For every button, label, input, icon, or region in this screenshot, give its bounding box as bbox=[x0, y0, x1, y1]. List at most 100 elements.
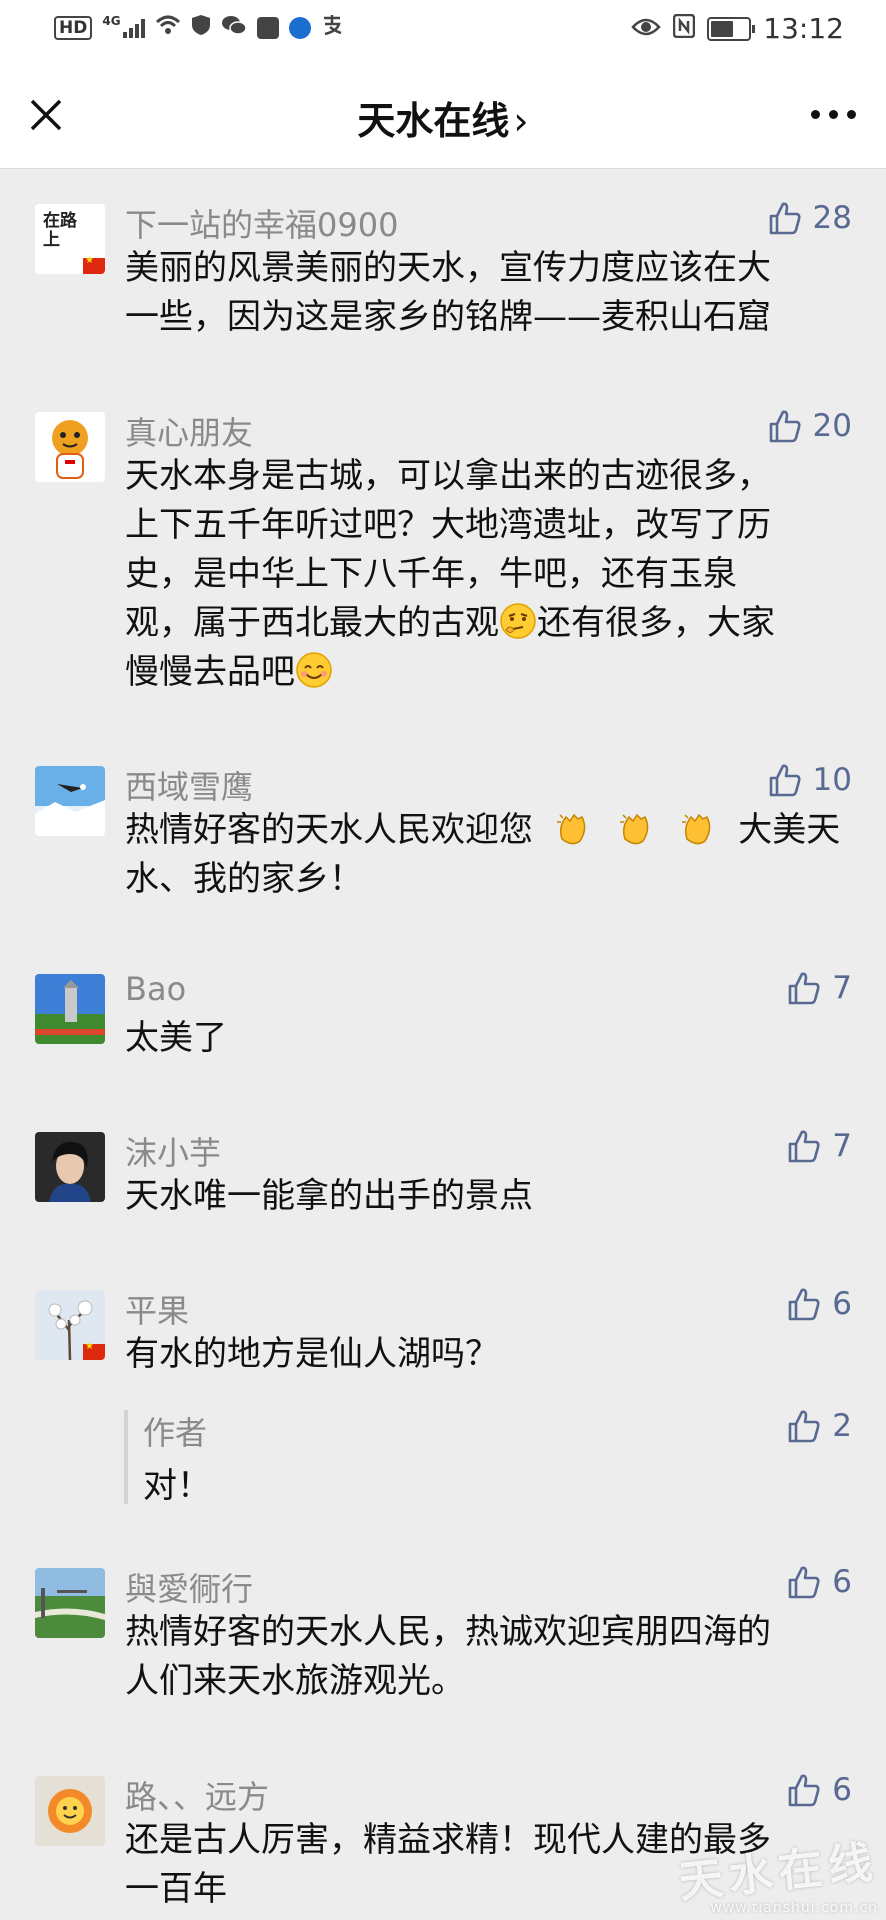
commenter-name[interactable]: Bao bbox=[125, 970, 186, 1008]
comment-text: 美丽的风景美丽的天水，宣传力度应该在大 一些，因为这是家乡的铭牌——麦积山石窟 bbox=[125, 244, 845, 342]
battery-icon bbox=[707, 16, 756, 41]
hd-indicator: HD bbox=[54, 16, 93, 40]
nfc-icon bbox=[673, 12, 696, 45]
like-button[interactable]: 7 bbox=[786, 970, 852, 1006]
comment-segment: 还有很多，大家 bbox=[537, 603, 775, 643]
avatar[interactable] bbox=[35, 1132, 105, 1202]
wechat-icon bbox=[221, 14, 247, 42]
like-button[interactable]: 28 bbox=[767, 200, 852, 236]
reply-divider bbox=[124, 1410, 128, 1504]
like-count: 7 bbox=[832, 970, 852, 1006]
network-type: 4G bbox=[102, 14, 121, 28]
like-count: 2 bbox=[832, 1408, 852, 1444]
commenter-name[interactable]: 沫小芋 bbox=[125, 1128, 221, 1174]
status-bar: HD 4G 13:12 bbox=[0, 0, 886, 62]
comment-line: 天水本身是古城，可以拿出来的古迹很多， bbox=[125, 456, 771, 496]
thumbs-up-icon bbox=[788, 972, 820, 1005]
shield-icon bbox=[191, 14, 211, 42]
avatar[interactable] bbox=[35, 412, 105, 482]
commenter-name[interactable]: 路、、远方 bbox=[125, 1772, 269, 1818]
comment-text: 太美了 bbox=[125, 1014, 845, 1063]
comment-line: 美丽的风景美丽的天水，宣传力度应该在大 bbox=[125, 248, 771, 288]
avatar[interactable] bbox=[35, 974, 105, 1044]
comment-line: 天水唯一能拿的出手的景点 bbox=[125, 1176, 533, 1216]
page-title[interactable]: 天水在线 › bbox=[0, 90, 886, 145]
like-count: 7 bbox=[832, 1128, 852, 1164]
watermark-text: 天水在线 bbox=[676, 1836, 881, 1909]
like-button[interactable]: 10 bbox=[767, 762, 852, 798]
like-count: 28 bbox=[812, 200, 852, 236]
comment-segment: 慢慢去品吧 bbox=[125, 652, 295, 692]
like-count: 6 bbox=[832, 1772, 852, 1808]
like-count: 10 bbox=[812, 762, 852, 798]
commenter-name[interactable]: 下一站的幸福0900 bbox=[125, 200, 398, 246]
wifi-icon bbox=[155, 14, 181, 42]
comment-segment: 观，属于西北最大的古观 bbox=[125, 603, 499, 643]
smile-emoji-icon bbox=[295, 651, 333, 689]
reply-like-button[interactable]: 2 bbox=[786, 1408, 852, 1444]
thumbs-up-icon bbox=[788, 1774, 820, 1807]
comment-text: 热情好客的天水人民，热诚欢迎宾朋四海的 人们来天水旅游观光。 bbox=[125, 1608, 845, 1706]
clap-emoji-icon bbox=[617, 809, 655, 847]
thumbs-up-icon bbox=[769, 764, 801, 797]
thumbs-up-icon bbox=[769, 202, 801, 235]
china-flag-icon bbox=[83, 255, 105, 274]
like-button[interactable]: 6 bbox=[786, 1286, 852, 1322]
avatar[interactable] bbox=[35, 1776, 105, 1846]
comment-text: 天水唯一能拿的出手的景点 bbox=[125, 1172, 845, 1221]
like-count: 6 bbox=[832, 1286, 852, 1322]
commenter-name[interactable]: 西域雪鹰 bbox=[125, 762, 253, 808]
nav-bar: 天水在线 › bbox=[0, 62, 886, 169]
watermark: 天水在线 www.tianshui.com.cn bbox=[676, 1836, 880, 1916]
eye-icon bbox=[631, 12, 662, 45]
reply-text: 对！ bbox=[143, 1466, 211, 1506]
browser-icon bbox=[288, 17, 311, 39]
commenter-name[interactable]: 真心朋友 bbox=[125, 408, 253, 454]
thumbs-up-icon bbox=[788, 1410, 820, 1443]
like-count: 20 bbox=[812, 408, 852, 444]
like-button[interactable]: 7 bbox=[786, 1128, 852, 1164]
comment-text: 热情好客的天水人民欢迎您 大美天 水、我的家乡！ bbox=[125, 806, 845, 904]
like-button[interactable]: 6 bbox=[786, 1772, 852, 1808]
commenter-name[interactable]: 與愛衕行 bbox=[125, 1564, 253, 1610]
clock: 13:12 bbox=[763, 12, 844, 45]
avatar[interactable]: 在路上 bbox=[35, 204, 105, 274]
avatar[interactable] bbox=[35, 1568, 105, 1638]
alipay-icon bbox=[321, 14, 343, 42]
comment-line: 热情好客的天水人民，热诚欢迎宾朋四海的 bbox=[125, 1612, 771, 1652]
clap-emoji-icon bbox=[679, 809, 717, 847]
thumbs-up-icon bbox=[788, 1130, 820, 1163]
thumbs-up-icon bbox=[788, 1288, 820, 1321]
avatar-logo-text: 在路上 bbox=[43, 211, 77, 250]
chevron-right-icon: › bbox=[513, 99, 529, 143]
page-title-text: 天水在线 bbox=[357, 99, 510, 143]
comment-line: 慢慢去品吧 bbox=[125, 648, 845, 697]
like-count: 6 bbox=[832, 1564, 852, 1600]
comment-line: 热情好客的天水人民欢迎您 大美天 bbox=[125, 806, 845, 855]
comment-line: 有水的地方是仙人湖吗？ bbox=[125, 1334, 499, 1374]
thinking-emoji-icon bbox=[499, 602, 537, 640]
comment-segment: 大美天 bbox=[738, 810, 841, 850]
comment-line: 太美了 bbox=[125, 1018, 227, 1058]
like-button[interactable]: 20 bbox=[767, 408, 852, 444]
more-icon[interactable] bbox=[811, 110, 856, 119]
thumbs-up-icon bbox=[769, 410, 801, 443]
signal-icon bbox=[122, 18, 145, 38]
commenter-name[interactable]: 平果 bbox=[125, 1286, 189, 1332]
comment-line: 一些，因为这是家乡的铭牌——麦积山石窟 bbox=[125, 297, 771, 337]
comment-line: 观，属于西北最大的古观 还有很多，大家 bbox=[125, 599, 845, 648]
reply-author-name: 作者 bbox=[143, 1414, 208, 1452]
china-flag-icon bbox=[83, 1341, 105, 1360]
thumbs-up-icon bbox=[788, 1566, 820, 1599]
avatar[interactable] bbox=[35, 1290, 105, 1360]
comment-line: 人们来天水旅游观光。 bbox=[125, 1661, 465, 1701]
comment-line: 史，是中华上下八千年，牛吧，还有玉泉 bbox=[125, 554, 737, 594]
comment-text: 有水的地方是仙人湖吗？ bbox=[125, 1330, 845, 1379]
comment-segment: 热情好客的天水人民欢迎您 bbox=[125, 810, 533, 850]
comment-line: 水、我的家乡！ bbox=[125, 859, 363, 899]
avatar[interactable] bbox=[35, 766, 105, 836]
comment-text: 天水本身是古城，可以拿出来的古迹很多， 上下五千年听过吧？大地湾遗址，改写了历 … bbox=[125, 452, 845, 697]
tiktok-icon bbox=[256, 17, 279, 39]
like-button[interactable]: 6 bbox=[786, 1564, 852, 1600]
clap-emoji-icon bbox=[554, 809, 592, 847]
